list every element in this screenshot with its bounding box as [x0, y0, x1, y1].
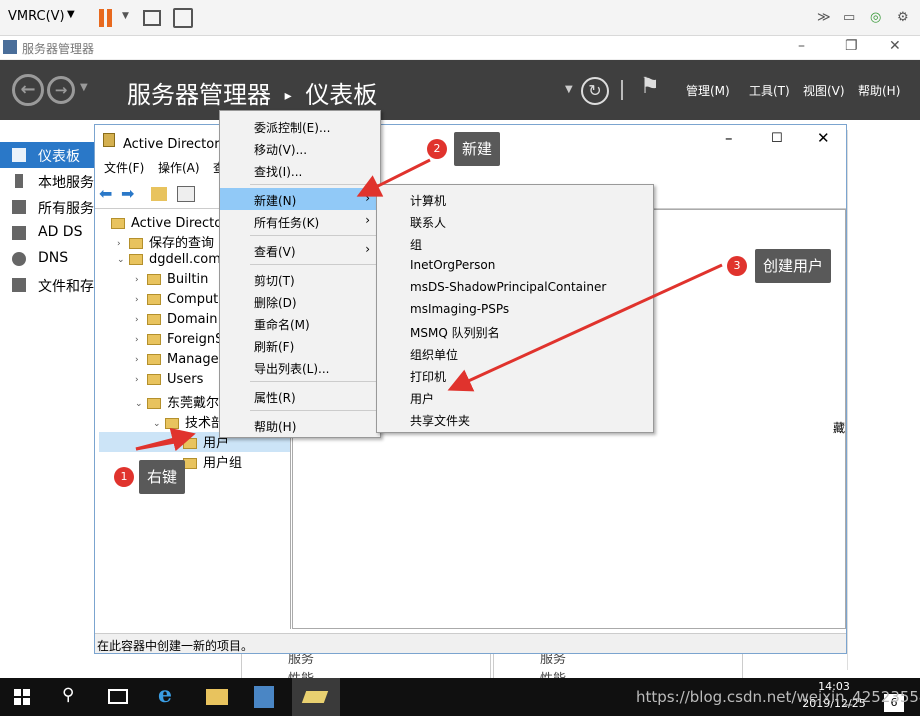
- ad-taskbar-icon: [301, 691, 329, 703]
- callout-right-click: 右键: [139, 460, 186, 494]
- callout-new: 新建: [454, 132, 501, 166]
- ie-icon[interactable]: e: [158, 682, 172, 708]
- callout-badge-1: 1: [114, 467, 134, 487]
- search-icon[interactable]: ⚲: [62, 685, 74, 705]
- ad-taskbar-button[interactable]: [292, 678, 340, 716]
- task-view-icon[interactable]: [108, 689, 128, 704]
- server-manager-taskbar-icon[interactable]: [254, 686, 274, 708]
- callout-create-user: 创建用户: [755, 249, 832, 283]
- annotation-arrows: [135, 158, 723, 452]
- start-icon[interactable]: [14, 689, 30, 705]
- callout-badge-3: 3: [727, 256, 747, 276]
- callout-badge-2: 2: [427, 139, 447, 159]
- explorer-icon[interactable]: [206, 689, 228, 705]
- watermark: https://blog.csdn.net/weixin_42523554: [636, 688, 920, 706]
